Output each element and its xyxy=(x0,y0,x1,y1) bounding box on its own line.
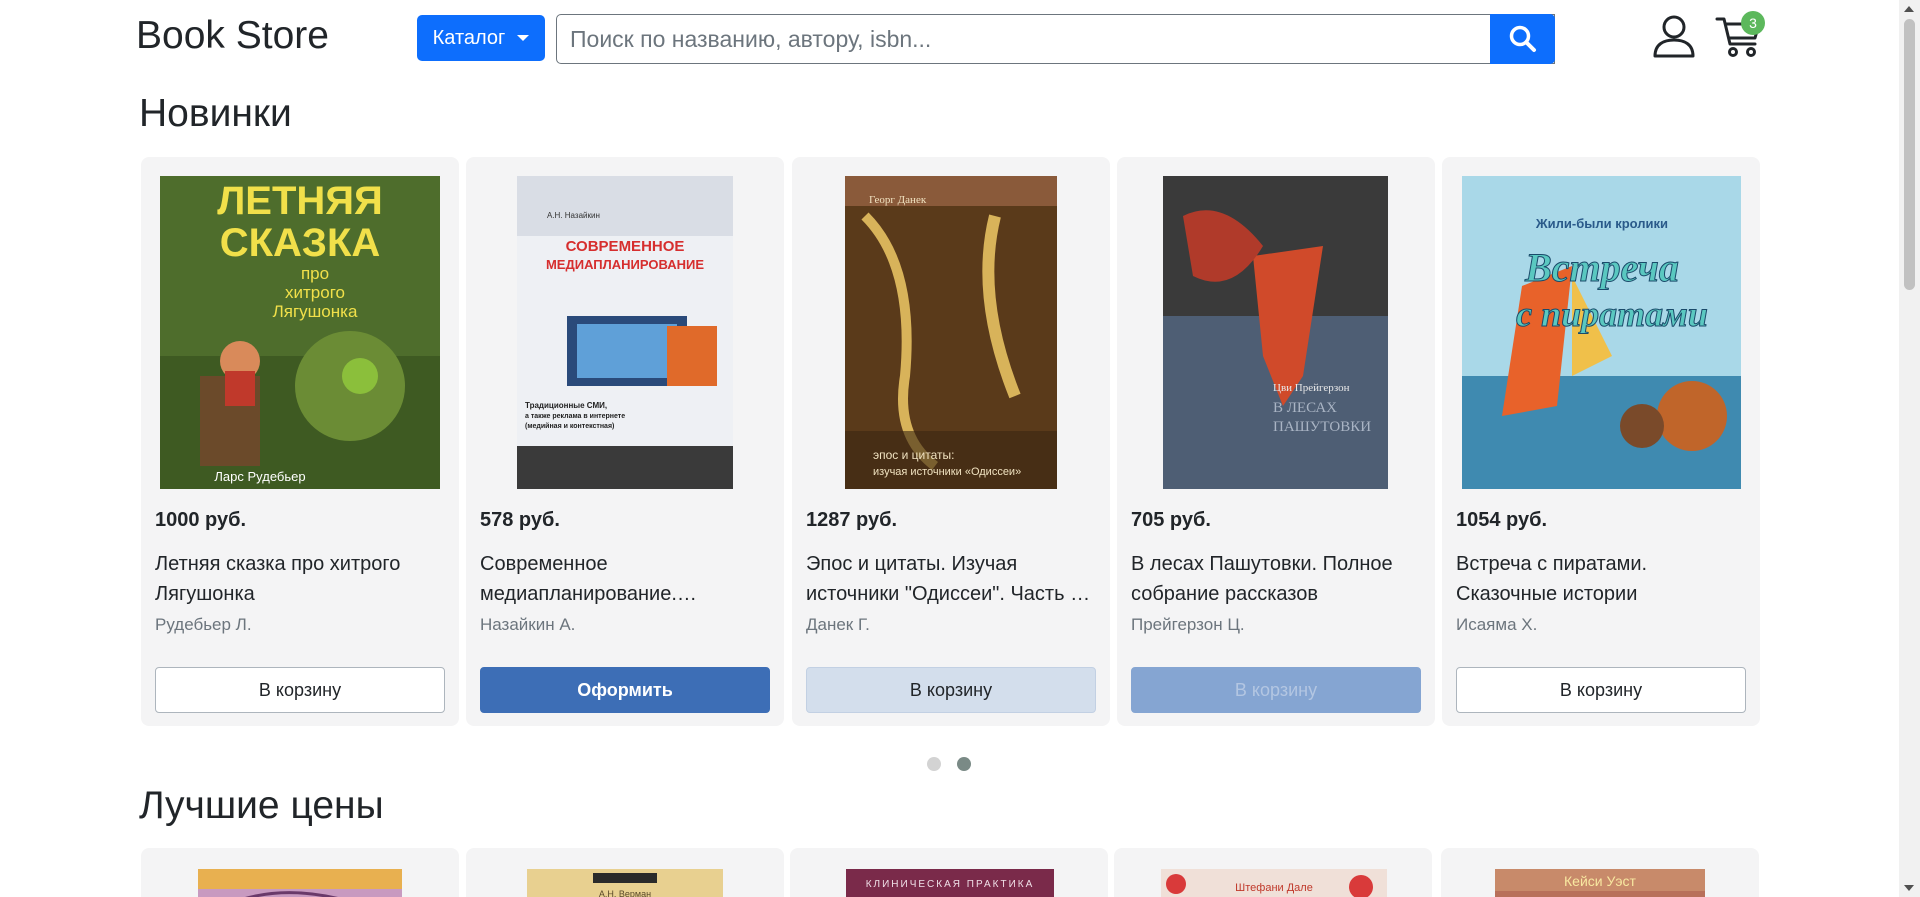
cover-author: Ларс Рудебьер xyxy=(214,469,305,484)
product-card[interactable] xyxy=(141,848,459,897)
cover-subtitle-1: Традиционные СМИ, xyxy=(525,401,607,410)
search-icon xyxy=(1509,25,1536,52)
product-author: Прейгерзон Ц. xyxy=(1131,615,1245,634)
section-title-new: Новинки xyxy=(139,92,292,135)
cover-author: А.Н. Верман xyxy=(599,889,651,897)
product-title[interactable]: В лесах Пашутовки. Полное собрание расск… xyxy=(1131,549,1423,609)
add-to-cart-button-disabled[interactable]: В корзину xyxy=(1131,667,1421,713)
add-to-cart-button[interactable]: В корзину xyxy=(806,667,1096,713)
cover-author: Георг Данек xyxy=(869,194,927,206)
product-card[interactable]: Кейси Уэст xyxy=(1441,848,1759,897)
product-card[interactable]: А.Н. Назайкин СОВРЕМЕННОЕ МЕДИАПЛАНИРОВА… xyxy=(466,157,784,726)
book-cover[interactable]: Жили-были кролики Встреча с пиратами xyxy=(1462,176,1741,489)
product-price: 1287 руб. xyxy=(806,509,898,531)
book-cover[interactable] xyxy=(198,869,402,897)
book-cover[interactable]: Цви Прейгерзон В ЛЕСАХ ПАШУТОВКИ xyxy=(1163,176,1388,489)
page: Book Store Каталог 3 Новинки xyxy=(0,0,1899,897)
product-card[interactable]: ЛЕТНЯЯ СКАЗКА про хитрого Лягушонка Ларс… xyxy=(141,157,459,726)
cover-author: Кейси Уэст xyxy=(1564,873,1637,889)
cover-title-line1: Встреча xyxy=(1524,245,1679,290)
cover-title-line5: Лягушонка xyxy=(273,302,358,321)
cover-title-line3: про xyxy=(301,264,329,283)
cover-subtitle-3: (медийная и контекстная) xyxy=(525,422,614,430)
catalog-dropdown-button[interactable]: Каталог xyxy=(417,15,545,61)
user-account-icon[interactable] xyxy=(1652,14,1696,58)
header: Book Store Каталог 3 xyxy=(0,0,1899,80)
cover-subtitle-2: а также реклама в интернете xyxy=(525,413,625,420)
book-cover[interactable]: Штефани Дале xyxy=(1161,869,1387,897)
scroll-down-arrow-icon[interactable] xyxy=(1904,885,1914,891)
book-cover[interactable]: Георг Данек эпос и цитаты: изучая источн… xyxy=(845,176,1057,489)
book-cover[interactable]: А.Н. Назайкин СОВРЕМЕННОЕ МЕДИАПЛАНИРОВА… xyxy=(517,176,733,489)
scroll-up-arrow-icon[interactable] xyxy=(1904,6,1914,12)
book-cover[interactable]: ЛЕТНЯЯ СКАЗКА про хитрого Лягушонка Ларс… xyxy=(160,176,440,489)
product-card[interactable]: Георг Данек эпос и цитаты: изучая источн… xyxy=(792,157,1110,726)
scrollbar-thumb[interactable] xyxy=(1904,19,1915,290)
product-card[interactable]: КЛИНИЧЕСКАЯ ПРАКТИКА xyxy=(790,848,1108,897)
vertical-scrollbar[interactable] xyxy=(1899,0,1920,897)
cart-count-badge: 3 xyxy=(1741,11,1765,35)
product-price: 1000 руб. xyxy=(155,509,247,531)
book-cover[interactable]: Кейси Уэст xyxy=(1495,869,1705,897)
cover-author: Цви Прейгерзон xyxy=(1273,382,1350,394)
product-card[interactable]: Штефани Дале xyxy=(1114,848,1432,897)
product-author: Данек Г. xyxy=(806,615,870,634)
search-box xyxy=(556,14,1555,64)
book-cover[interactable]: КЛИНИЧЕСКАЯ ПРАКТИКА xyxy=(846,869,1054,897)
cover-author: А.Н. Назайкин xyxy=(547,211,600,220)
product-author: Рудебьер Л. xyxy=(155,615,252,634)
product-title[interactable]: Эпос и цитаты. Изучая источники "Одиссеи… xyxy=(806,549,1098,609)
product-title[interactable]: Современное медиапланирование.… xyxy=(480,549,772,609)
cover-title-line4: хитрого xyxy=(285,283,345,302)
cover-series: Жили-были кролики xyxy=(1535,216,1668,231)
cover-title-line2: с пиратами xyxy=(1516,294,1708,334)
product-card[interactable]: А.Н. Верман xyxy=(466,848,784,897)
cover-title-line2: изучая источники «Одиссеи» xyxy=(873,466,1021,478)
search-input[interactable] xyxy=(557,15,1554,63)
logo[interactable]: Book Store xyxy=(136,14,329,58)
add-to-cart-button[interactable]: В корзину xyxy=(155,667,445,713)
product-author: Назайкин А. xyxy=(480,615,576,634)
cover-title-line2: МЕДИАПЛАНИРОВАНИЕ xyxy=(546,257,704,272)
cover-author: Штефани Дале xyxy=(1235,882,1313,894)
search-button[interactable] xyxy=(1490,14,1555,64)
section-title-best-prices: Лучшие цены xyxy=(139,784,384,827)
cover-title-line2: ПАШУТОВКИ xyxy=(1273,419,1371,435)
cover-title-line2: СКАЗКА xyxy=(220,221,381,265)
carousel-dot-2-active[interactable] xyxy=(957,757,971,771)
catalog-label: Каталог xyxy=(432,26,506,49)
checkout-button[interactable]: Оформить xyxy=(480,667,770,713)
product-card[interactable]: Цви Прейгерзон В ЛЕСАХ ПАШУТОВКИ 705 руб… xyxy=(1117,157,1435,726)
product-author: Исаяма Х. xyxy=(1456,615,1538,634)
product-price: 705 руб. xyxy=(1131,509,1211,531)
book-cover[interactable]: А.Н. Верман xyxy=(527,869,723,897)
product-title[interactable]: Летняя сказка про хитрого Лягушонка xyxy=(155,549,447,609)
cover-title: КЛИНИЧЕСКАЯ ПРАКТИКА xyxy=(866,879,1035,890)
cover-title-line1: эпос и цитаты: xyxy=(873,448,954,462)
product-price: 1054 руб. xyxy=(1456,509,1548,531)
cover-title-line1: ЛЕТНЯЯ xyxy=(217,179,383,223)
carousel-dot-1[interactable] xyxy=(927,757,941,771)
product-price: 578 руб. xyxy=(480,509,560,531)
add-to-cart-button[interactable]: В корзину xyxy=(1456,667,1746,713)
chevron-down-icon xyxy=(517,35,530,41)
cover-title-line1: СОВРЕМЕННОЕ xyxy=(566,238,685,255)
product-title[interactable]: Встреча с пиратами. Сказочные истории xyxy=(1456,549,1748,609)
cover-title-line1: В ЛЕСАХ xyxy=(1273,400,1337,416)
product-card[interactable]: Жили-были кролики Встреча с пиратами 105… xyxy=(1442,157,1760,726)
carousel-indicators xyxy=(927,757,971,771)
